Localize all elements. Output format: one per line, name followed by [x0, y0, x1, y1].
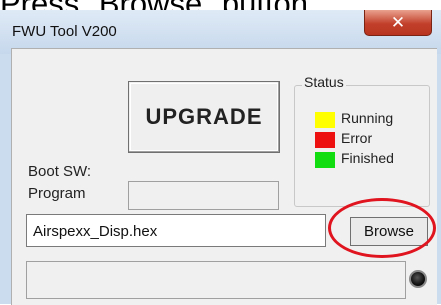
progress-bar	[26, 261, 406, 299]
upgrade-button[interactable]: UPGRADE	[128, 81, 280, 153]
browse-highlight-ring	[328, 198, 436, 258]
window-title: FWU Tool V200	[12, 23, 117, 40]
status-finished-swatch	[315, 152, 335, 168]
status-running-label: Running	[341, 110, 394, 126]
status-group-title: Status	[302, 74, 346, 90]
close-icon: ✕	[390, 12, 406, 33]
hex-file-input[interactable]: Airspexx_Disp.hex	[26, 214, 326, 247]
status-error-label: Error	[341, 130, 373, 146]
program-field	[128, 181, 279, 210]
boot-sw-label: Boot SW:	[28, 163, 92, 180]
led-indicator-icon	[409, 270, 427, 288]
close-button[interactable]: ✕	[364, 10, 432, 36]
status-running-swatch	[315, 112, 335, 128]
program-label: Program	[28, 185, 86, 202]
status-error-swatch	[315, 132, 335, 148]
status-finished-label: Finished	[341, 150, 394, 166]
